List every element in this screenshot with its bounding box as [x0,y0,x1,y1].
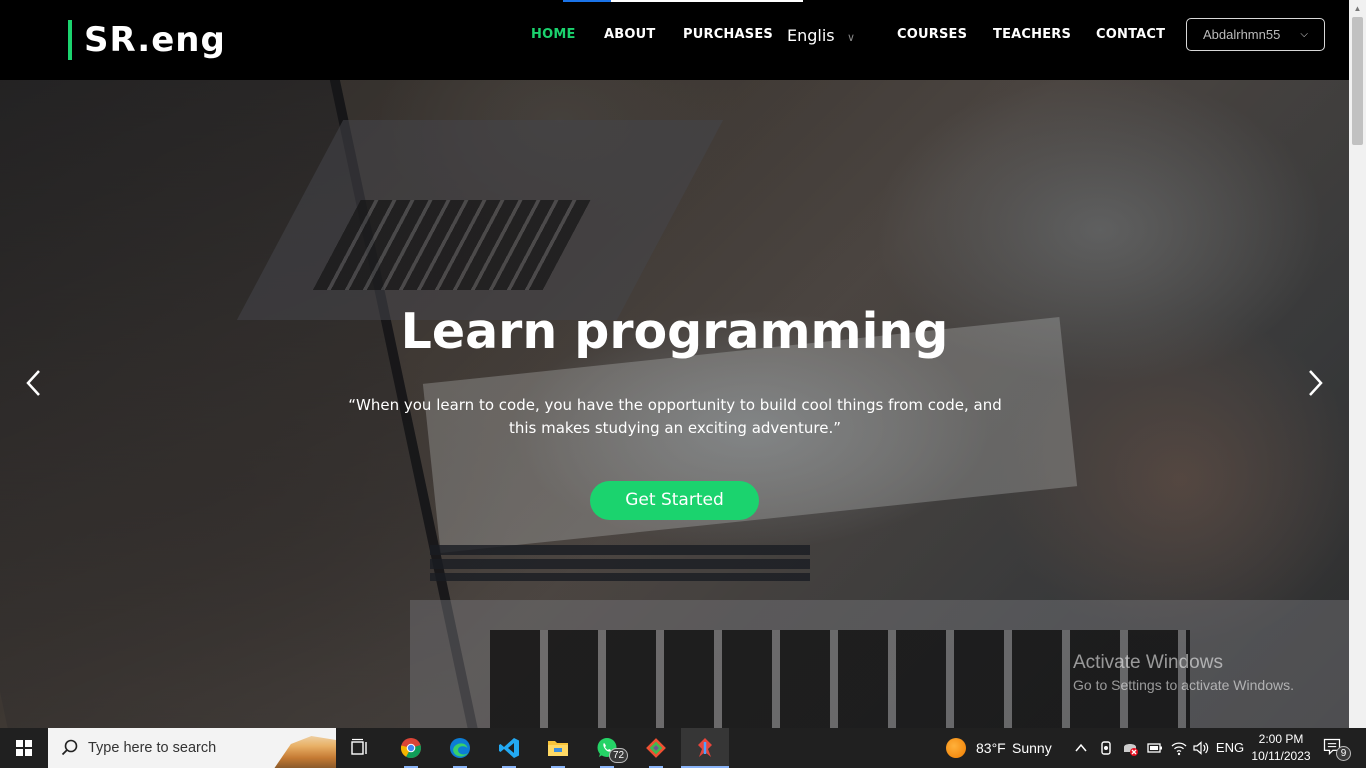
taskbar-whatsapp[interactable]: 72 [583,728,631,768]
git-icon [646,738,666,758]
language-select-value: Englis [787,26,835,45]
taskbar-search-box[interactable]: Type here to search [48,728,336,768]
site-logo[interactable]: SR.eng [68,20,226,60]
scrollbar-thumb[interactable] [1352,17,1363,145]
clock-time: 2:00 PM [1258,732,1304,746]
device-icon [1101,741,1111,755]
input-language-button[interactable]: ENG [1214,728,1246,768]
tray-wifi-button[interactable] [1169,728,1189,768]
search-placeholder: Type here to search [88,740,217,756]
taskbar-clock[interactable]: 2:00 PM 10/11/2023 [1248,731,1314,765]
app-icon [698,738,712,757]
search-icon [61,739,78,756]
chevron-down-icon: ⌵ [1300,29,1308,40]
page-load-indicator [563,0,803,2]
nav-teachers[interactable]: TEACHERS [993,27,1071,42]
tray-volume-button[interactable] [1191,728,1211,768]
taskbar-file-explorer[interactable] [534,728,582,768]
activate-windows-heading: Activate Windows [1073,652,1223,673]
hero-section: Learn programming “When you learn to cod… [0,0,1349,728]
task-view-icon [351,738,367,755]
clock-date: 10/11/2023 [1251,749,1311,763]
hero-quote: “When you learn to code, you have the op… [348,396,1002,437]
chevron-left-icon [26,370,40,396]
start-button[interactable] [0,728,48,768]
windows-logo-icon [16,740,32,756]
whatsapp-unread-badge: 72 [609,748,629,763]
vscode-icon [499,738,519,758]
security-alert-icon [1124,744,1138,756]
tray-security-button[interactable] [1119,728,1141,768]
taskbar-active-app[interactable] [681,728,729,768]
weather-temperature: 83°F [976,740,1006,756]
chevron-down-icon: ∨ [846,31,855,44]
carousel-prev-button[interactable] [19,368,49,400]
activate-windows-subtext: Go to Settings to activate Windows. [1073,677,1294,693]
wifi-icon [1171,742,1187,756]
hero-title: Learn programming [400,303,949,360]
task-view-button[interactable] [336,728,384,768]
user-menu-button[interactable]: Abdalrhmn55 ⌵ [1186,18,1325,51]
search-highlight-image [274,736,336,768]
battery-icon [1147,743,1162,753]
taskbar-vscode[interactable] [485,728,533,768]
sun-icon [946,738,966,758]
activate-windows-watermark: Activate Windows Go to Settings to activ… [1073,652,1294,693]
edge-icon [450,738,470,758]
chevron-up-icon [1075,743,1087,752]
nav-contact[interactable]: CONTACT [1096,27,1165,42]
taskbar-git[interactable] [632,728,680,768]
taskbar-edge[interactable] [436,728,484,768]
username: Abdalrhmn55 [1203,27,1281,42]
hero-bg-pens [430,545,810,581]
nav-about[interactable]: ABOUT [604,27,655,42]
folder-icon [548,741,568,756]
language-select[interactable]: Englis ∨ [787,24,867,48]
taskbar-chrome[interactable] [387,728,435,768]
page-load-indicator-progress [563,0,611,2]
notification-count-badge: 9 [1336,746,1351,761]
tray-device-button[interactable] [1096,728,1116,768]
volume-icon [1193,741,1209,755]
tray-battery-button[interactable] [1144,728,1166,768]
chevron-right-icon [1309,370,1323,396]
nav-home[interactable]: HOME [531,27,576,42]
weather-condition: Sunny [1012,740,1052,756]
hero-bg-keys [312,200,591,290]
page-scrollbar[interactable]: ▲ [1349,0,1366,728]
notification-center-button[interactable]: 9 [1322,737,1351,761]
windows-taskbar: Type here to search 72 83°F Sunny ENG 2:… [0,728,1366,768]
carousel-next-button[interactable] [1300,368,1330,400]
nav-courses[interactable]: COURSES [897,27,967,42]
show-hidden-icons-button[interactable] [1071,728,1091,768]
scroll-up-arrow-icon[interactable]: ▲ [1349,0,1366,17]
nav-purchases[interactable]: PURCHASES [683,27,773,42]
get-started-button[interactable]: Get Started [590,481,759,520]
chrome-icon [400,738,421,759]
navbar: SR.eng HOME ABOUT PURCHASES Englis ∨ COU… [0,0,1349,80]
